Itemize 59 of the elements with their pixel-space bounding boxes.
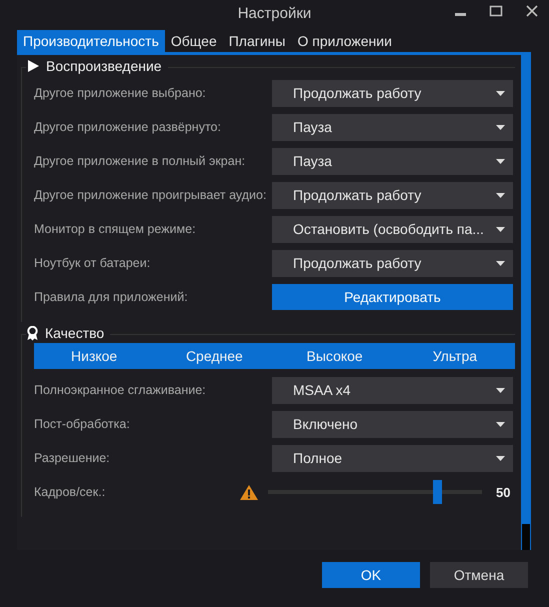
dropdown-value: Полное [293,450,342,466]
dropdown[interactable]: Продолжать работу [272,250,513,276]
caret-icon [496,456,505,460]
dropdown-value: Остановить (освободить па... [293,221,484,237]
dropdown-value: Продолжать работу [293,255,422,271]
setting-label: Ноутбук от батареи: [34,256,152,270]
dropdown[interactable]: Включено [272,410,513,438]
caret-icon [496,260,505,266]
preset-button[interactable]: Низкое [34,343,154,369]
dropdown-value: Пауза [293,119,332,135]
dropdown-value: Продолжать работу [293,187,422,203]
tab[interactable]: Производительность [17,30,165,52]
award-icon [26,326,39,340]
dropdown[interactable]: Продолжать работу [272,80,513,106]
caret-icon [496,388,505,392]
dropdown[interactable]: Продолжать работу [272,182,513,208]
tab[interactable]: Общее [164,30,223,52]
window-title: Настройки [238,4,312,22]
setting-label: Другое приложение выбрано: [34,86,207,100]
dropdown-value: Продолжать работу [293,85,422,101]
caret-icon [496,90,505,96]
close-button[interactable] [525,4,539,18]
setting-label: Кадров/сек.: [34,485,106,499]
preset-button[interactable]: Ультра [394,343,515,369]
cancel-button[interactable]: Отмена [430,562,528,588]
caret-icon [496,124,505,130]
preset-button[interactable]: Высокое [274,343,395,369]
dropdown[interactable]: Остановить (освободить па... [272,216,513,242]
setting-label: Другое приложение проигрывает аудио: [34,188,268,202]
edit-button[interactable]: Редактировать [272,284,513,310]
setting-label: Монитор в спящем режиме: [34,222,197,236]
setting-label: Другое приложение в полный экран: [34,154,246,168]
slider-thumb[interactable] [433,480,442,504]
caret-icon [496,158,505,164]
slider-value: 50 [496,484,510,500]
section-title: Качество [45,325,104,341]
setting-label: Полноэкранное сглаживание: [34,383,207,397]
caret-icon [496,422,505,426]
dropdown[interactable]: Пауза [272,114,513,140]
section-title: Воспроизведение [46,58,162,74]
setting-label: Пост-обработка: [34,417,131,431]
play-icon [26,59,40,73]
ok-button[interactable]: OK [322,562,420,588]
tab[interactable]: О приложении [291,30,398,52]
dropdown-value: Пауза [293,153,332,169]
dropdown[interactable]: Полное [272,444,513,472]
preset-button[interactable]: Среднее [154,343,274,369]
dropdown-value: MSAA x4 [293,382,351,398]
setting-label: Правила для приложений: [34,290,189,304]
tab[interactable]: Плагины [222,30,292,52]
dropdown[interactable]: MSAA x4 [272,376,513,404]
caret-icon [496,192,505,198]
scrollbar[interactable] [521,52,531,550]
maximize-button[interactable] [489,4,503,18]
caret-icon [496,226,505,232]
dropdown-value: Включено [293,416,358,432]
dropdown[interactable]: Пауза [272,148,513,174]
setting-label: Другое приложение развёрнуто: [34,120,222,134]
setting-label: Разрешение: [34,451,111,465]
